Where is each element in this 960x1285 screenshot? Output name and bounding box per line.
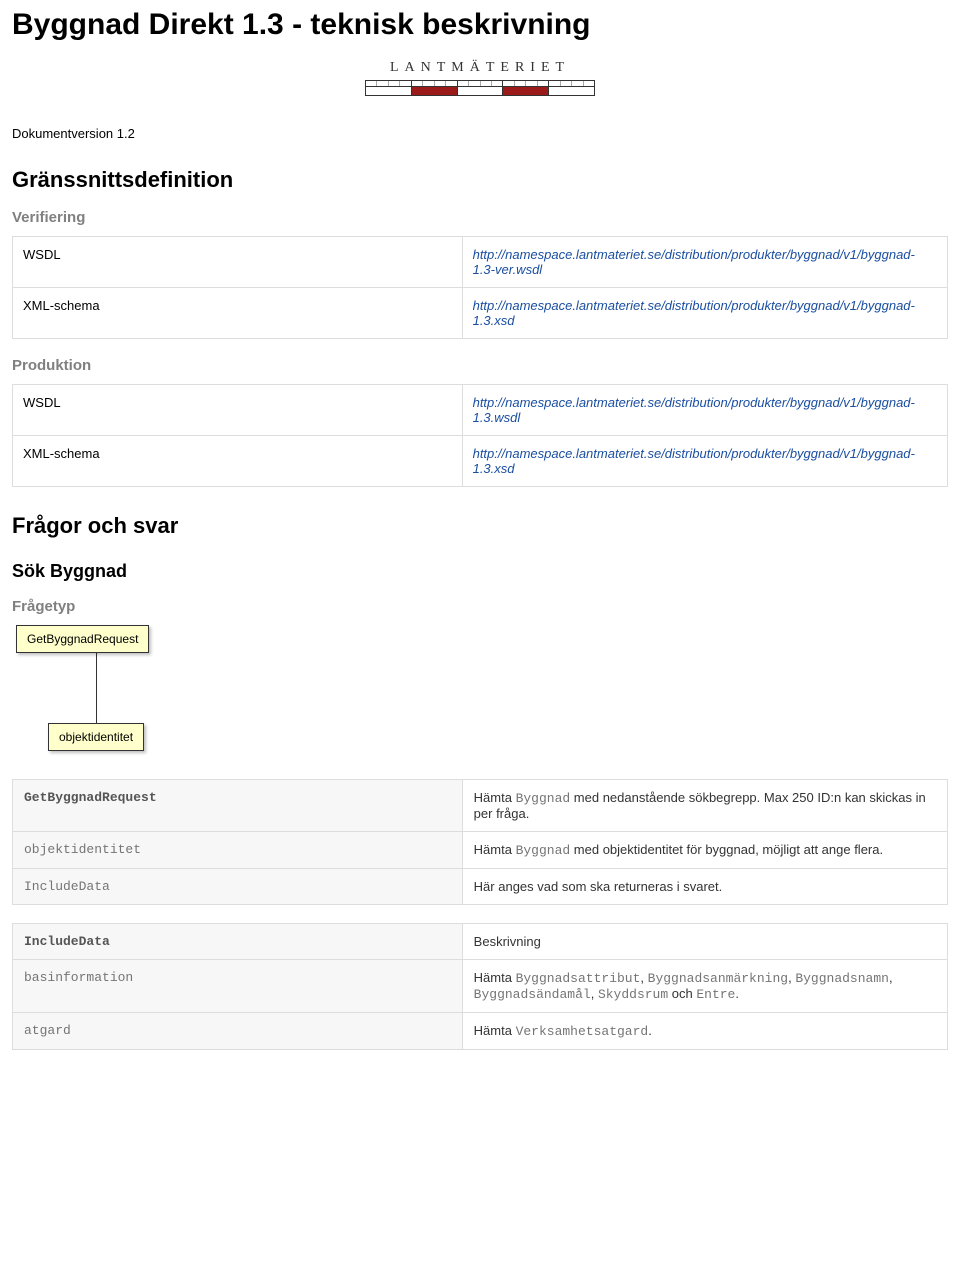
xsd-link[interactable]: http://namespace.lantmateriet.se/distrib… [473,446,915,476]
desc-key: IncludeData [13,924,463,960]
verifiering-val: http://namespace.lantmateriet.se/distrib… [462,237,947,288]
mono-term: Byggnad [516,791,571,806]
mono-term: Skyddsrum [598,987,668,1002]
verifiering-table: WSDL http://namespace.lantmateriet.se/di… [12,236,948,339]
include-table: IncludeDataBeskrivningbasinformationHämt… [12,923,948,1050]
table-row: atgardHämta Verksamhetsatgard. [13,1013,948,1050]
produktion-val: http://namespace.lantmateriet.se/distrib… [462,436,947,487]
doc-version: Dokumentversion 1.2 [12,126,948,141]
table-row: WSDL http://namespace.lantmateriet.se/di… [13,237,948,288]
section-interface-heading: Gränssnittsdefinition [12,167,948,193]
mono-term: Byggnadsanmärkning [648,971,788,986]
produktion-val: http://namespace.lantmateriet.se/distrib… [462,385,947,436]
mono-term: Byggnadsändamål [474,987,591,1002]
desc-val: Hämta Byggnadsattribut, Byggnadsanmärkni… [462,960,947,1013]
diagram-root-node: GetByggnadRequest [16,625,149,653]
table-row: objektidentitetHämta Byggnad med objekti… [13,832,948,869]
wsdl-link[interactable]: http://namespace.lantmateriet.se/distrib… [473,395,915,425]
mono-term: Byggnad [516,843,571,858]
table-row: WSDL http://namespace.lantmateriet.se/di… [13,385,948,436]
verifiering-val: http://namespace.lantmateriet.se/distrib… [462,288,947,339]
desc-val: Hämta Verksamhetsatgard. [462,1013,947,1050]
desc-key: objektidentitet [13,832,463,869]
desc-key: basinformation [13,960,463,1013]
produktion-table: WSDL http://namespace.lantmateriet.se/di… [12,384,948,487]
diagram-connector [96,653,97,723]
page-title: Byggnad Direkt 1.3 - teknisk beskrivning [12,8,948,42]
diagram-child-node: objektidentitet [48,723,144,751]
desc-key: atgard [13,1013,463,1050]
table-row: basinformationHämta Byggnadsattribut, By… [13,960,948,1013]
desc-key: GetByggnadRequest [13,780,463,832]
verifiering-key: XML-schema [13,288,463,339]
mono-term: Byggnadsattribut [516,971,641,986]
desc-val: Hämta Byggnad med nedanstående sökbegrep… [462,780,947,832]
verifiering-heading: Verifiering [12,209,948,226]
xsd-link[interactable]: http://namespace.lantmateriet.se/distrib… [473,298,915,328]
desc-key: IncludeData [13,869,463,905]
verifiering-key: WSDL [13,237,463,288]
produktion-heading: Produktion [12,357,948,374]
desc-val: Här anges vad som ska returneras i svare… [462,869,947,905]
logo-text: LANTMÄTERIET [365,60,595,76]
table-row: IncludeDataBeskrivning [13,924,948,960]
desc-val: Hämta Byggnad med objektidentitet för by… [462,832,947,869]
request-table: GetByggnadRequestHämta Byggnad med nedan… [12,779,948,905]
section-search-heading: Sök Byggnad [12,561,948,582]
logo-ruler-icon [365,80,595,96]
mono-term: Verksamhetsatgard [516,1024,649,1039]
section-qa-heading: Frågor och svar [12,513,948,539]
request-diagram: GetByggnadRequest objektidentitet [16,625,948,751]
table-row: IncludeDataHär anges vad som ska returne… [13,869,948,905]
logo: LANTMÄTERIET [12,60,948,96]
produktion-key: XML-schema [13,436,463,487]
table-row: XML-schema http://namespace.lantmateriet… [13,288,948,339]
mono-term: Entre [696,987,735,1002]
mono-term: Byggnadsnamn [795,971,889,986]
desc-val: Beskrivning [462,924,947,960]
produktion-key: WSDL [13,385,463,436]
fragetyp-heading: Frågetyp [12,598,948,615]
table-row: XML-schema http://namespace.lantmateriet… [13,436,948,487]
wsdl-link[interactable]: http://namespace.lantmateriet.se/distrib… [473,247,915,277]
table-row: GetByggnadRequestHämta Byggnad med nedan… [13,780,948,832]
